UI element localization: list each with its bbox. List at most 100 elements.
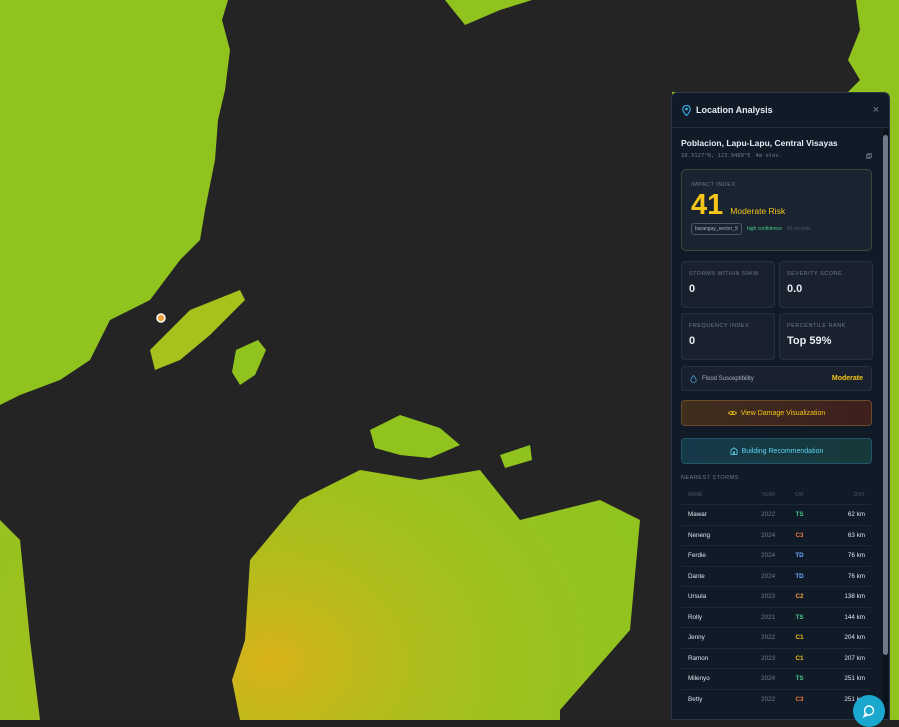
storm-distance: 251 km xyxy=(810,668,871,689)
stat-label: PERCENTILE RANK xyxy=(787,323,846,329)
coordinates-row: 10.3127°N, 123.9489°E 4m elev. xyxy=(681,153,880,159)
storm-year: 2021 xyxy=(732,606,782,628)
storm-category: TD xyxy=(781,545,811,566)
table-row[interactable]: Mawar 2022 TS 62 km xyxy=(681,504,871,525)
storm-category: C3 xyxy=(781,524,811,546)
sector-tag: barangay_sector_9 xyxy=(691,223,742,235)
storm-category: C3 xyxy=(781,688,811,709)
storm-name: Mawar xyxy=(681,504,733,525)
storm-year: 2024 xyxy=(732,668,782,689)
storm-name: Jenny xyxy=(681,627,733,648)
col-cat: CAT xyxy=(794,492,805,498)
flood-label: Flood Susceptibility xyxy=(702,375,754,382)
stat-label: FREQUENCY INDEX xyxy=(689,323,750,329)
scrollbar-thumb[interactable] xyxy=(883,135,888,655)
stat-value: 0 xyxy=(689,335,696,347)
storm-name: Ramon xyxy=(681,647,733,669)
stat-storms-within: STORMS WITHIN 50KM 0 xyxy=(681,261,775,308)
confidence-label: high confidence xyxy=(746,226,782,232)
table-row[interactable]: Jenny 2022 C1 204 km xyxy=(681,627,871,648)
impact-label: IMPACT INDEX xyxy=(691,182,736,188)
table-row[interactable]: Ferdie 2024 TD 76 km xyxy=(681,545,871,566)
storm-distance: 138 km xyxy=(810,586,871,607)
close-icon[interactable]: × xyxy=(873,104,879,116)
table-row[interactable]: Dante 2024 TD 76 km xyxy=(681,565,871,587)
storm-year: 2022 xyxy=(732,504,782,525)
storm-distance: 63 km xyxy=(810,524,871,546)
copy-icon[interactable] xyxy=(866,153,872,159)
table-row[interactable]: Ramon 2023 C1 207 km xyxy=(681,647,871,669)
view-damage-label: View Damage Visualization xyxy=(740,409,826,417)
storm-distance: 62 km xyxy=(810,504,871,525)
stat-label: STORMS WITHIN 50KM xyxy=(689,271,759,277)
col-year: YEAR xyxy=(761,492,776,498)
storm-year: 2023 xyxy=(732,647,782,669)
table-row[interactable]: Neneng 2024 C3 63 km xyxy=(681,524,871,546)
panel-title: Location Analysis xyxy=(696,105,773,115)
storm-year: 2023 xyxy=(732,586,782,607)
storm-distance: 207 km xyxy=(810,647,871,669)
impact-index-card: IMPACT INDEX 41 Moderate Risk barangay_s… xyxy=(681,169,872,251)
stat-label: SEVERITY SCORE xyxy=(787,271,843,277)
stat-percentile: PERCENTILE RANK Top 59% xyxy=(779,313,873,360)
table-header: NAME YEAR CAT DIST xyxy=(681,486,871,505)
storms-table: NAME YEAR CAT DIST Mawar 2022 TS 62 km Nenen… xyxy=(681,486,871,709)
table-row[interactable]: Ursula 2023 C2 138 km xyxy=(681,586,871,607)
storm-year: 2024 xyxy=(732,565,782,587)
location-pin-icon xyxy=(682,104,691,116)
building-icon xyxy=(730,447,738,455)
storm-category: TS xyxy=(781,504,811,525)
col-name: NAME xyxy=(688,492,703,498)
storm-category: C1 xyxy=(781,627,811,648)
storm-name: Ursula xyxy=(681,586,733,607)
storm-name: Dante xyxy=(681,565,733,587)
view-damage-button[interactable]: View Damage Visualization xyxy=(681,400,872,426)
scrollbar[interactable] xyxy=(883,129,888,719)
building-recommendation-label: Building Recommendation xyxy=(741,447,824,455)
elevation: 4m elev. xyxy=(755,153,783,159)
stat-value: 0 xyxy=(689,283,696,295)
storm-name: Ferdie xyxy=(681,545,733,566)
risk-level: Moderate Risk xyxy=(730,206,786,216)
table-row[interactable]: Milenyo 2024 TS 251 km xyxy=(681,668,871,689)
flood-susceptibility-row: Flood Susceptibility Moderate xyxy=(681,366,872,391)
stat-value: Top 59% xyxy=(787,335,832,347)
storm-category: C1 xyxy=(781,647,811,669)
storm-distance: 204 km xyxy=(810,627,871,648)
storm-year: 2024 xyxy=(732,524,782,546)
water-drop-icon xyxy=(690,374,697,383)
flood-value: Moderate xyxy=(831,375,863,382)
location-marker[interactable] xyxy=(156,313,166,323)
storm-name: Milenyo xyxy=(681,668,733,689)
panel-content[interactable]: Poblacion, Lapu-Lapu, Central Visayas 10… xyxy=(672,128,889,719)
storm-year: 2024 xyxy=(732,545,782,566)
storm-year: 2022 xyxy=(732,627,782,648)
eye-icon xyxy=(727,410,737,416)
storm-year: 2022 xyxy=(732,688,782,709)
records-count: 45 records xyxy=(786,226,811,232)
stat-severity: SEVERITY SCORE 0.0 xyxy=(779,261,873,308)
location-analysis-panel: Location Analysis × Poblacion, Lapu-Lapu… xyxy=(671,92,890,720)
storm-category: TS xyxy=(781,668,811,689)
storm-category: TD xyxy=(781,565,811,587)
nearest-storms-heading: NEAREST STORMS xyxy=(681,475,739,481)
storm-distance: 76 km xyxy=(810,545,871,566)
storm-distance: 76 km xyxy=(810,565,871,587)
building-recommendation-button[interactable]: Building Recommendation xyxy=(681,438,872,464)
table-row[interactable]: Betty 2022 C3 251 km xyxy=(681,688,871,709)
stats-grid: STORMS WITHIN 50KM 0 SEVERITY SCORE 0.0 … xyxy=(681,261,880,360)
impact-value: 41 xyxy=(691,189,724,221)
storm-category: C2 xyxy=(781,586,811,607)
location-name: Poblacion, Lapu-Lapu, Central Visayas xyxy=(681,138,838,148)
storm-distance: 144 km xyxy=(810,606,871,628)
col-dist: DIST xyxy=(853,492,865,498)
chat-button[interactable] xyxy=(853,695,885,727)
storm-name: Neneng xyxy=(681,524,733,546)
panel-header: Location Analysis × xyxy=(672,93,889,128)
storm-category: TS xyxy=(781,606,811,628)
table-row[interactable]: Rolly 2021 TS 144 km xyxy=(681,606,871,628)
storm-name: Rolly xyxy=(681,606,733,628)
storm-name: Betty xyxy=(681,688,733,709)
stat-frequency: FREQUENCY INDEX 0 xyxy=(681,313,775,360)
chat-icon xyxy=(862,705,875,718)
